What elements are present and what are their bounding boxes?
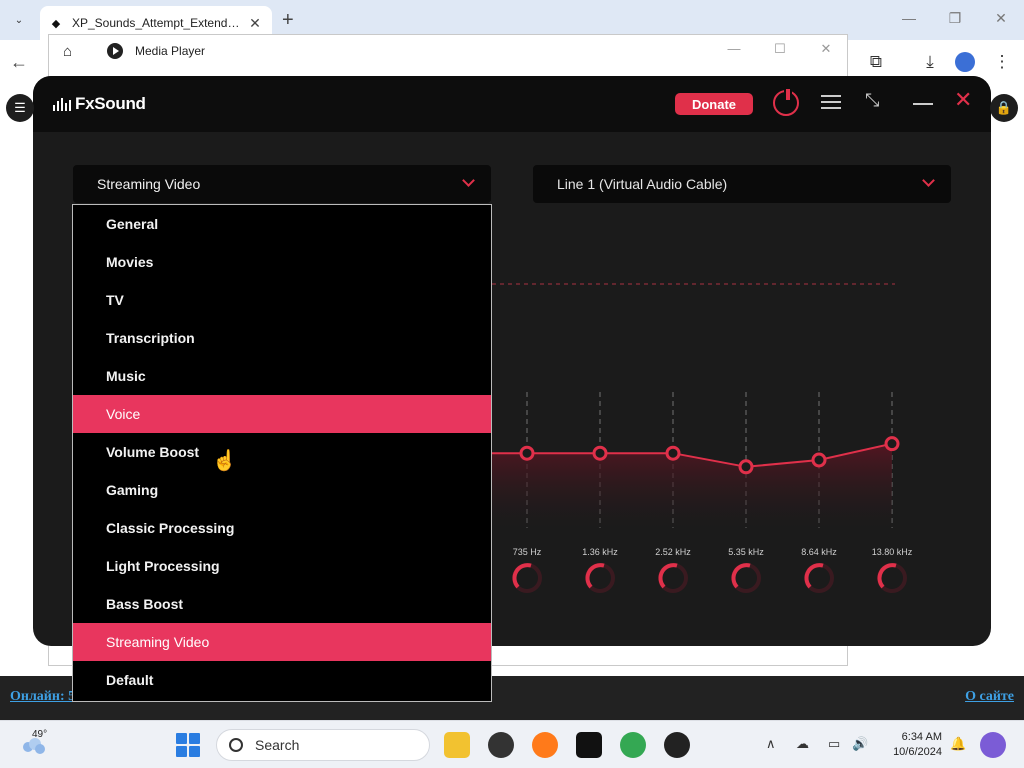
preset-option[interactable]: Light Processing	[73, 547, 491, 585]
chrome-icon[interactable]	[620, 732, 646, 758]
preset-option[interactable]: Volume Boost	[73, 433, 491, 471]
copilot-icon[interactable]	[980, 732, 1006, 758]
eq-band-handle[interactable]	[811, 452, 827, 468]
network-icon[interactable]: ☁	[796, 736, 809, 752]
eq-band-label: 735 Hz	[513, 547, 542, 557]
hand-cursor-icon: ☝	[212, 450, 237, 472]
preset-dropdown-list: General Movies TV Transcription Music Voice Vo…	[72, 204, 492, 702]
eq-band-handle[interactable]	[884, 436, 900, 452]
eq-band-handle[interactable]	[738, 459, 754, 475]
weather-temperature: 49°	[32, 729, 48, 740]
eq-band-handle[interactable]	[519, 445, 535, 461]
preset-option[interactable]: Music	[73, 357, 491, 395]
eq-band-label: 5.35 kHz	[728, 547, 764, 557]
eq-band-handle[interactable]	[592, 445, 608, 461]
eq-band-knob-arc	[804, 563, 824, 589]
preset-option[interactable]: Default	[73, 661, 491, 699]
start-button[interactable]	[176, 733, 200, 757]
app-icon[interactable]	[488, 732, 514, 758]
clock-time: 6:34 AM	[901, 731, 942, 743]
display-icon[interactable]: ▭	[828, 736, 840, 752]
tray-chevron-icon[interactable]: ∧	[766, 736, 776, 752]
eq-band-label: 13.80 kHz	[872, 547, 913, 557]
search-icon	[229, 738, 243, 752]
taskbar-clock[interactable]: 6:34 AM 10/6/2024	[880, 730, 942, 760]
preset-option[interactable]: Voice	[73, 395, 491, 433]
eq-band-knob-arc	[877, 563, 897, 589]
taskbar-search[interactable]: Search	[216, 729, 430, 761]
preset-option[interactable]: Movies	[73, 243, 491, 281]
notification-icon[interactable]: 🔔	[950, 736, 966, 752]
eq-band-knob-arc	[658, 563, 678, 589]
volume-icon[interactable]: 🔊	[852, 736, 868, 752]
windows-taskbar: 49° Search ∧ ☁ ▭ 🔊 6:34 AM 10/6/2024 🔔	[0, 720, 1024, 768]
file-explorer-icon[interactable]	[444, 732, 470, 758]
preset-option[interactable]: Gaming	[73, 471, 491, 509]
search-placeholder: Search	[255, 737, 300, 753]
eq-band-knob-arc	[585, 563, 605, 589]
preset-option[interactable]: Transcription	[73, 319, 491, 357]
eq-band-label: 2.52 kHz	[655, 547, 691, 557]
eq-band-knob-arc	[731, 563, 751, 589]
eq-band-label: 1.36 kHz	[582, 547, 618, 557]
fxsound-taskbar-icon[interactable]	[576, 732, 602, 758]
preset-option[interactable]: Streaming Video	[73, 623, 491, 661]
preset-option[interactable]: Bass Boost	[73, 585, 491, 623]
preset-option[interactable]: TV	[73, 281, 491, 319]
clock-date: 10/6/2024	[893, 746, 942, 758]
preset-option[interactable]: Classic Processing	[73, 509, 491, 547]
eq-band-knob-arc	[512, 563, 532, 589]
preset-option[interactable]: General	[73, 205, 491, 243]
firefox-icon[interactable]	[532, 732, 558, 758]
eq-band-label: 8.64 kHz	[801, 547, 837, 557]
eq-band-handle[interactable]	[665, 445, 681, 461]
media-player-taskbar-icon[interactable]	[664, 732, 690, 758]
